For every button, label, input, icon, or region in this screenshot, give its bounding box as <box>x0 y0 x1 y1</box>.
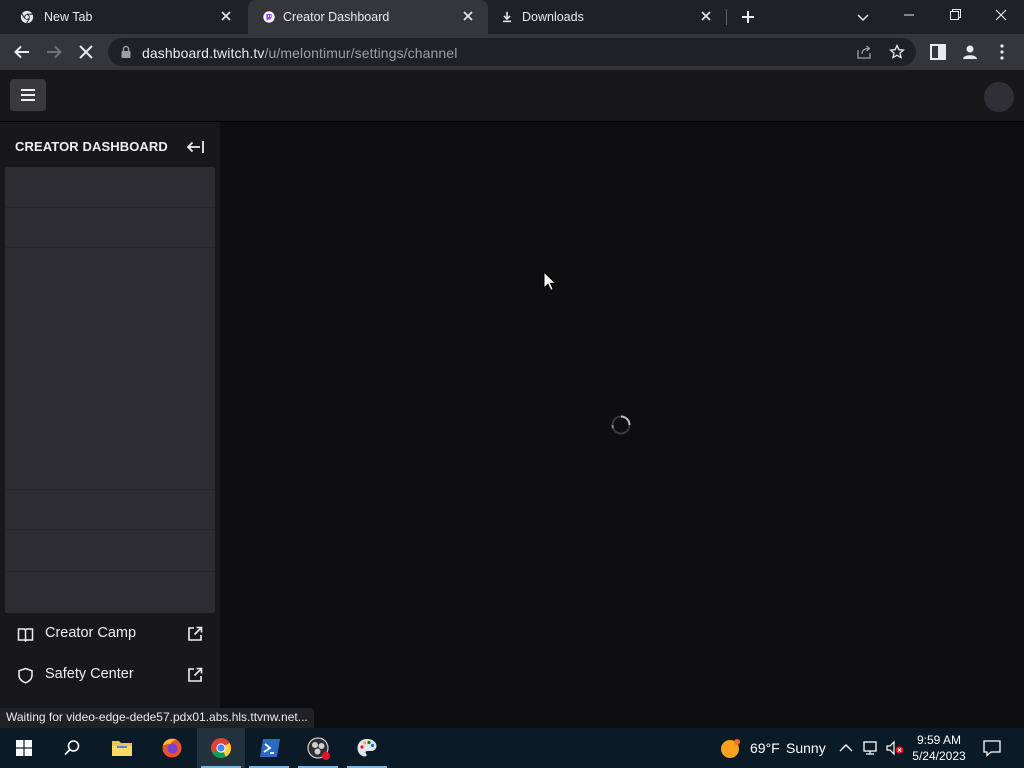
tab-new-tab[interactable]: New Tab <box>0 0 246 34</box>
tab-creator-dashboard[interactable]: Creator Dashboard <box>248 0 488 34</box>
screen: New Tab Creator Dashboard Downloads dash… <box>0 0 1024 768</box>
share-icon[interactable] <box>856 44 872 60</box>
close-window-icon[interactable] <box>978 0 1024 30</box>
notification-center-icon[interactable] <box>982 739 1002 757</box>
taskbar-paint[interactable] <box>343 728 391 768</box>
external-link-icon <box>188 626 203 641</box>
browser-status-bubble: Waiting for video-edge-dede57.pdx01.abs.… <box>0 708 314 728</box>
tab-separator <box>726 9 727 25</box>
close-tab-icon[interactable] <box>698 8 714 24</box>
dashboard-sidebar: CREATOR DASHBOARD Creator Camp Safety Ce… <box>0 122 220 708</box>
book-icon <box>17 628 34 643</box>
clock-date: 5/24/2023 <box>912 749 966 763</box>
sidebar-link-creator-camp[interactable]: Creator Camp <box>0 616 220 652</box>
hamburger-menu-button[interactable] <box>10 79 46 111</box>
taskbar-search-button[interactable] <box>48 728 96 768</box>
lock-icon[interactable] <box>120 45 132 59</box>
user-avatar[interactable] <box>984 82 1014 112</box>
skeleton-divider <box>5 571 215 572</box>
kebab-menu-icon[interactable] <box>990 40 1014 64</box>
paint-palette-icon <box>357 739 377 757</box>
skeleton-divider <box>5 489 215 490</box>
search-icon <box>64 740 80 756</box>
url-text: dashboard.twitch.tv/u/melontimur/setting… <box>142 45 457 61</box>
new-tab-plus-icon[interactable] <box>737 6 759 28</box>
taskbar-chrome[interactable] <box>197 728 245 768</box>
tab-downloads[interactable]: Downloads <box>488 0 726 34</box>
windows-taskbar: 69°F Sunny 9:59 AM 5/24/2023 <box>0 728 1024 768</box>
clock-time: 9:59 AM <box>916 733 962 747</box>
main-content <box>220 122 1024 708</box>
chevron-up-icon[interactable] <box>838 741 854 755</box>
tab-title: New Tab <box>44 10 93 24</box>
windows-logo-icon <box>16 740 32 756</box>
taskbar-firefox[interactable] <box>148 728 196 768</box>
mouse-cursor-icon <box>543 271 557 292</box>
hamburger-icon <box>21 89 35 101</box>
collapse-sidebar-icon[interactable] <box>185 138 205 156</box>
taskbar-powershell[interactable] <box>245 728 293 768</box>
close-tab-icon[interactable] <box>218 8 234 24</box>
browser-toolbar: dashboard.twitch.tv/u/melontimur/setting… <box>0 34 1024 70</box>
obs-icon <box>307 737 330 760</box>
taskbar-clock[interactable]: 9:59 AM 5/24/2023 <box>906 732 972 764</box>
weather-condition: Sunny <box>786 740 826 756</box>
skeleton-divider <box>5 529 215 530</box>
tab-title: Downloads <box>522 10 584 24</box>
close-tab-icon[interactable] <box>460 8 476 24</box>
forward-arrow-icon[interactable] <box>42 40 66 64</box>
profile-icon[interactable] <box>958 40 982 64</box>
download-icon <box>503 11 511 23</box>
sidebar-title: CREATOR DASHBOARD <box>15 139 168 154</box>
taskbar-file-explorer[interactable] <box>98 728 146 768</box>
sidebar-loading-skeleton <box>5 167 215 613</box>
weather-widget[interactable]: 69°F Sunny <box>714 728 830 768</box>
loading-spinner-icon <box>611 415 631 435</box>
stop-loading-icon[interactable] <box>74 40 98 64</box>
network-icon[interactable] <box>862 740 880 756</box>
start-button[interactable] <box>0 728 48 768</box>
bookmark-star-icon[interactable] <box>889 44 905 60</box>
tab-strip: New Tab Creator Dashboard Downloads <box>0 0 1024 34</box>
sun-icon <box>721 739 740 758</box>
skeleton-divider <box>5 207 215 208</box>
sidebar-link-label: Safety Center <box>45 666 134 682</box>
sidebar-link-label: Creator Camp <box>45 625 137 641</box>
minimize-icon[interactable] <box>886 0 932 30</box>
url-host: dashboard.twitch.tv <box>142 45 265 61</box>
volume-muted-icon[interactable] <box>885 740 905 756</box>
external-link-icon <box>188 667 203 682</box>
url-path: /u/melontimur/settings/channel <box>264 45 458 61</box>
chrome-icon <box>211 738 232 759</box>
powershell-icon <box>260 739 280 757</box>
restore-icon[interactable] <box>932 0 978 30</box>
tab-title: Creator Dashboard <box>283 10 390 24</box>
weather-temperature: 69°F <box>750 740 780 756</box>
back-arrow-icon[interactable] <box>10 40 34 64</box>
tab-search-chevron-icon[interactable] <box>852 6 874 28</box>
folder-icon <box>112 741 132 756</box>
side-panel-icon[interactable] <box>926 40 950 64</box>
twitch-top-nav <box>0 70 1024 122</box>
chrome-icon <box>20 10 34 24</box>
skeleton-divider <box>5 247 215 248</box>
twitch-icon <box>263 11 275 23</box>
address-bar[interactable]: dashboard.twitch.tv/u/melontimur/setting… <box>108 38 916 66</box>
sidebar-link-safety-center[interactable]: Safety Center <box>0 657 220 693</box>
shield-icon <box>18 667 33 684</box>
taskbar-obs[interactable] <box>294 728 342 768</box>
firefox-icon <box>162 738 182 758</box>
